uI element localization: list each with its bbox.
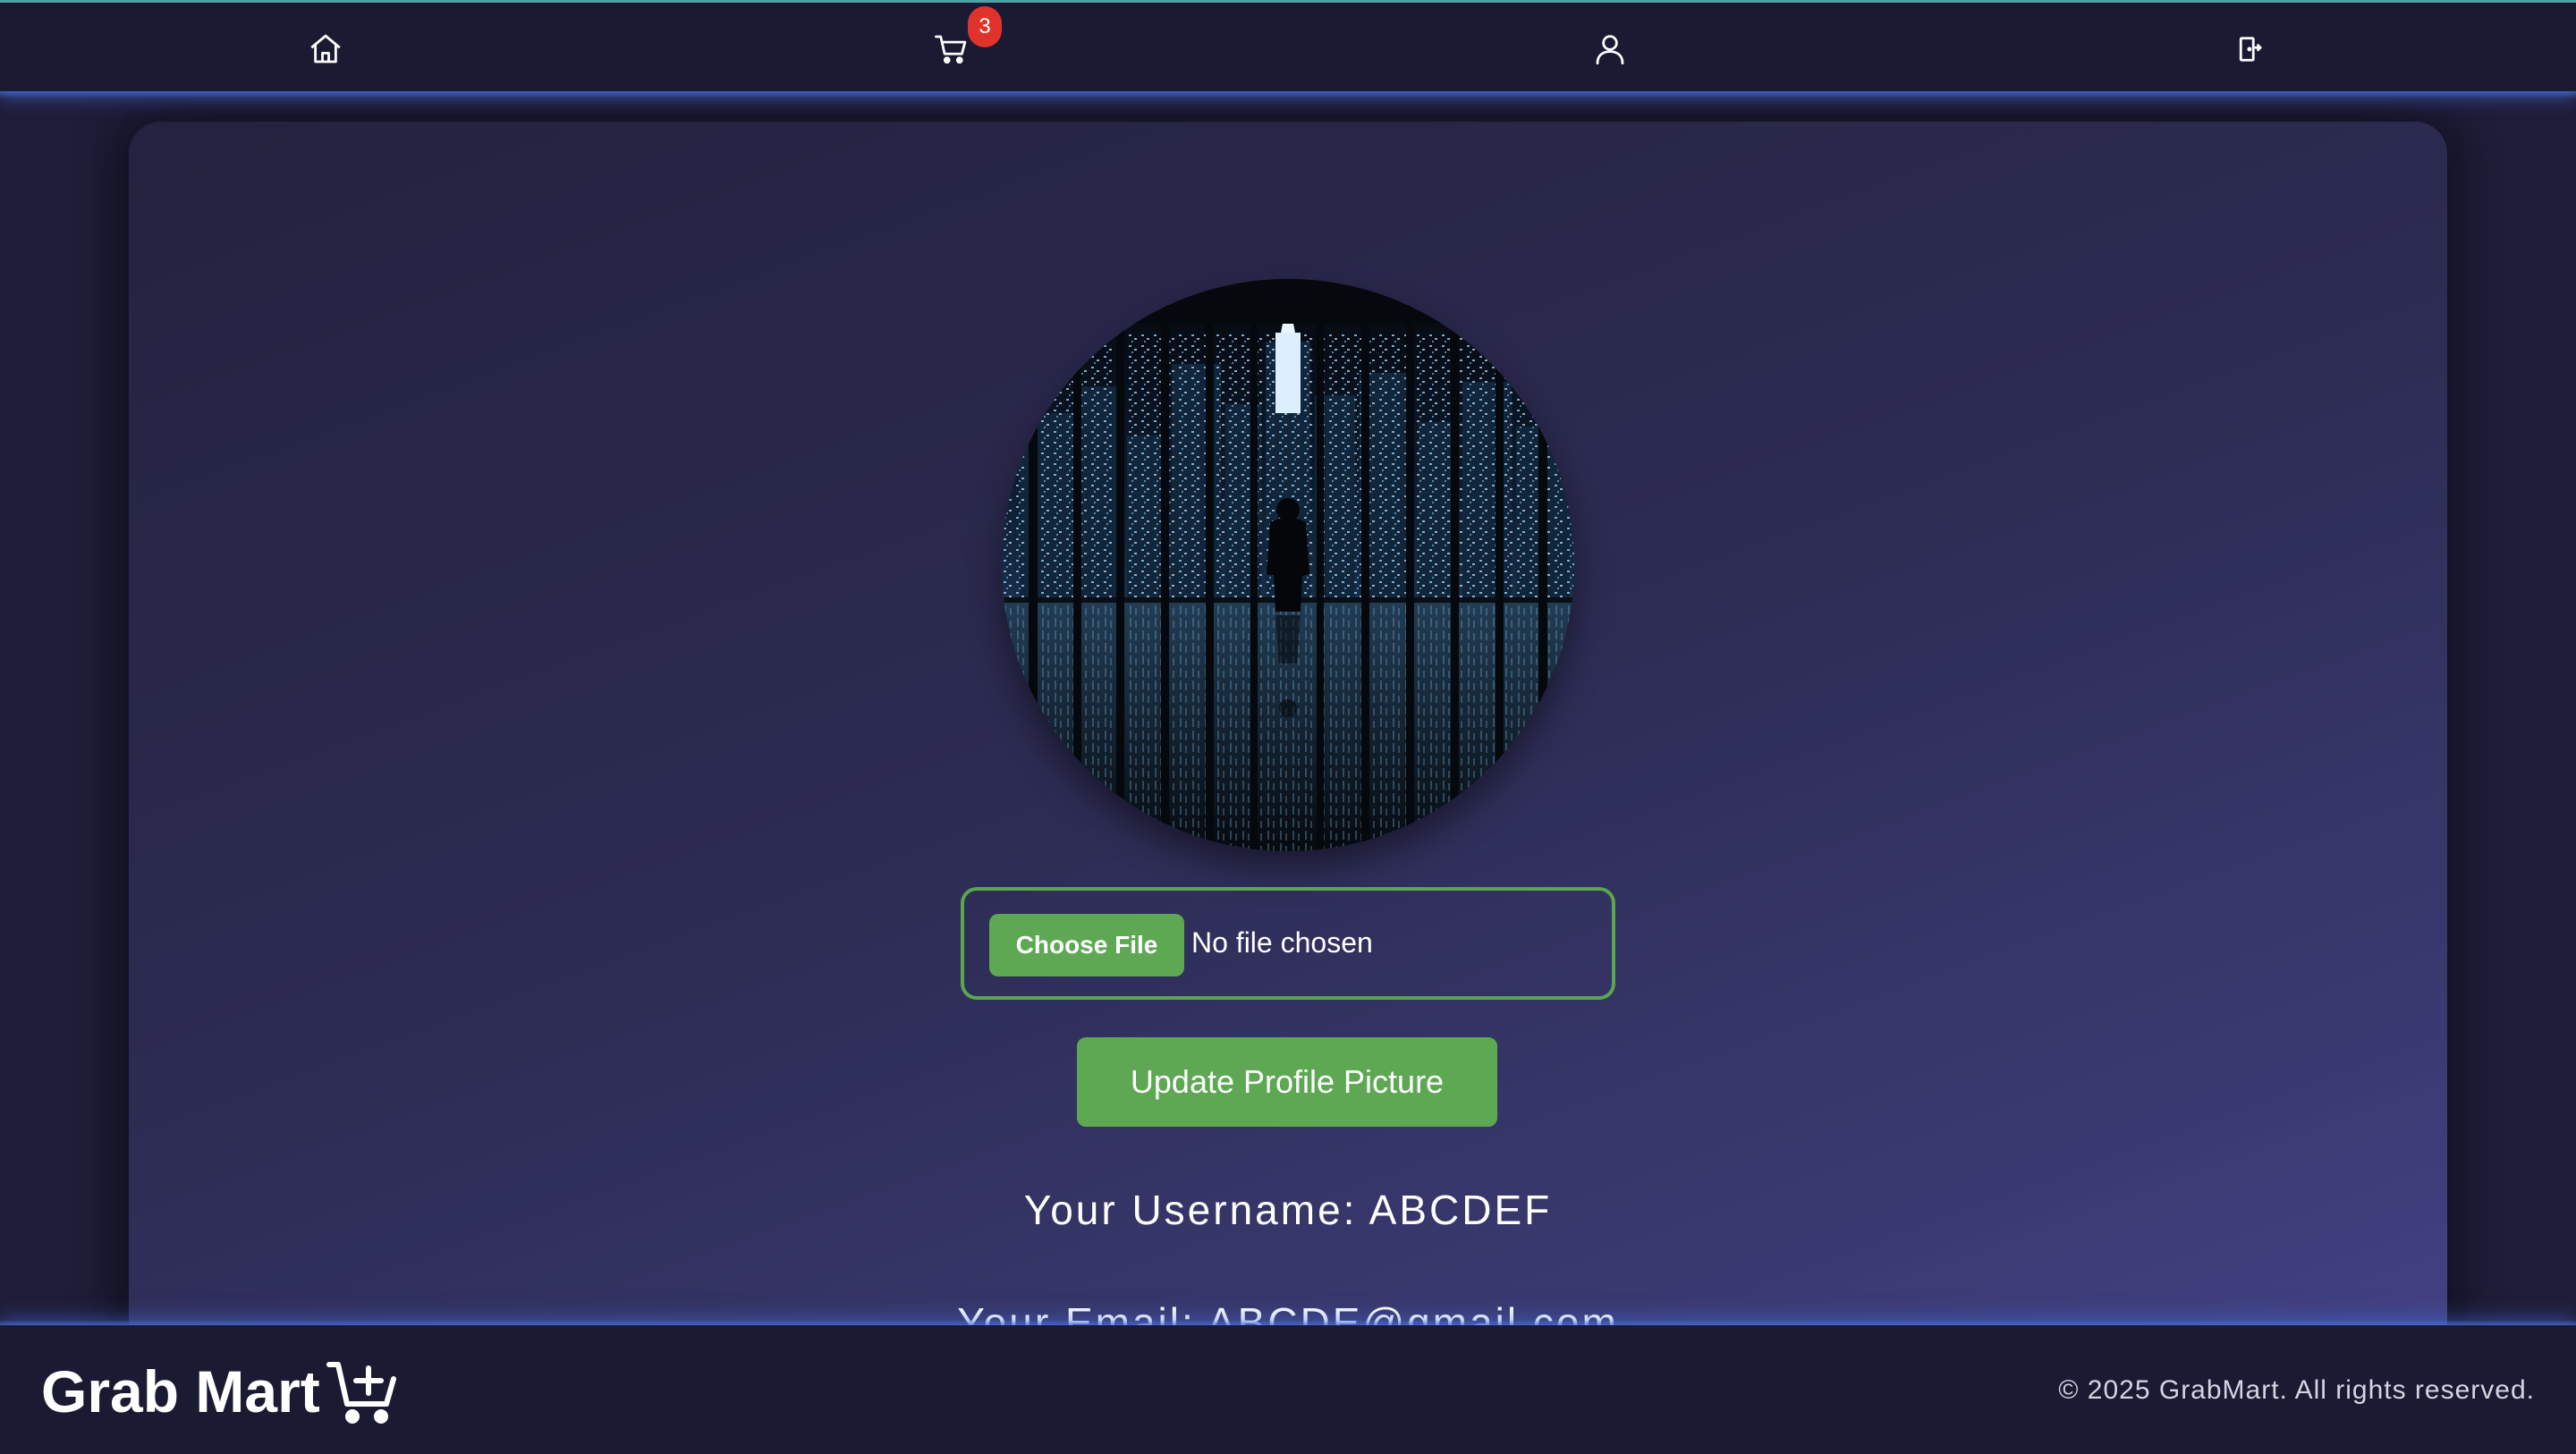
top-navbar: 3 xyxy=(0,0,2576,98)
profile-picture xyxy=(1002,279,1574,851)
cart-count-badge: 3 xyxy=(968,6,1002,47)
user-icon xyxy=(1596,35,1624,65)
update-profile-picture-button[interactable]: Update Profile Picture xyxy=(1077,1037,1497,1127)
cart-icon xyxy=(935,35,967,64)
home-nav-button[interactable] xyxy=(302,26,349,72)
city-night-image xyxy=(1002,279,1574,851)
footer-brand[interactable]: Grab Mart xyxy=(41,1357,401,1425)
choose-file-button[interactable]: Choose File xyxy=(989,914,1184,976)
username-text: Your Username: ABCDEF xyxy=(1023,1187,1553,1233)
file-picker[interactable]: Choose File No file chosen xyxy=(961,887,1615,1000)
profile-nav-button[interactable] xyxy=(1587,26,1633,72)
copyright-text: © 2025 GrabMart. All rights reserved. xyxy=(2058,1375,2535,1405)
home-icon xyxy=(310,34,341,63)
logout-icon xyxy=(2239,37,2262,62)
footer: Grab Mart © 2025 GrabMart. All rights re… xyxy=(0,1320,2576,1454)
logout-nav-button[interactable] xyxy=(2225,26,2272,72)
cart-plus-icon xyxy=(326,1362,396,1424)
brand-name: Grab Mart xyxy=(41,1358,320,1424)
no-file-label: No file chosen xyxy=(1191,926,1373,959)
